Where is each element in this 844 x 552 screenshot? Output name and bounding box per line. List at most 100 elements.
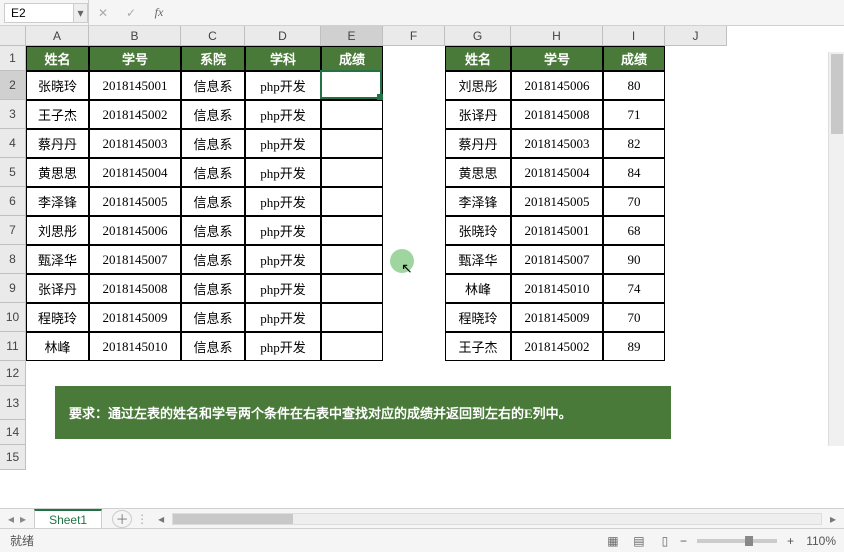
cell-D10[interactable]: php开发 <box>245 303 321 332</box>
cell-B10[interactable]: 2018145009 <box>89 303 181 332</box>
cell-C11[interactable]: 信息系 <box>181 332 245 361</box>
cell-I2[interactable]: 80 <box>603 71 665 100</box>
row-header-9[interactable]: 9 <box>0 274 26 303</box>
cell-C5[interactable]: 信息系 <box>181 158 245 187</box>
cell-E11[interactable] <box>321 332 383 361</box>
cell-C6[interactable]: 信息系 <box>181 187 245 216</box>
cell-H9[interactable]: 2018145010 <box>511 274 603 303</box>
cell-I8[interactable]: 90 <box>603 245 665 274</box>
zoom-value[interactable]: 110% <box>798 534 836 548</box>
row-header-14[interactable]: 14 <box>0 420 26 445</box>
hscroll-left-icon[interactable]: ◂ <box>154 512 168 526</box>
row-header-5[interactable]: 5 <box>0 158 26 187</box>
zoom-in-button[interactable]: + <box>787 534 794 548</box>
cell-I9[interactable]: 74 <box>603 274 665 303</box>
row-header-2[interactable]: 2 <box>0 71 26 100</box>
cell-E2[interactable] <box>321 71 383 100</box>
hscroll-right-icon[interactable]: ▸ <box>826 512 840 526</box>
cell-E1[interactable]: 成绩 <box>321 46 383 71</box>
cell-D7[interactable]: php开发 <box>245 216 321 245</box>
cell-D3[interactable]: php开发 <box>245 100 321 129</box>
cell-H4[interactable]: 2018145003 <box>511 129 603 158</box>
cell-A8[interactable]: 甄泽华 <box>26 245 89 274</box>
zoom-slider[interactable] <box>697 539 777 543</box>
cell-A7[interactable]: 刘思彤 <box>26 216 89 245</box>
cell-A11[interactable]: 林峰 <box>26 332 89 361</box>
column-header-D[interactable]: D <box>245 26 321 46</box>
row-header-4[interactable]: 4 <box>0 129 26 158</box>
cell-H7[interactable]: 2018145001 <box>511 216 603 245</box>
row-header-7[interactable]: 7 <box>0 216 26 245</box>
cell-D8[interactable]: php开发 <box>245 245 321 274</box>
cell-C4[interactable]: 信息系 <box>181 129 245 158</box>
cell-A10[interactable]: 程晓玲 <box>26 303 89 332</box>
cell-B8[interactable]: 2018145007 <box>89 245 181 274</box>
hscroll-track[interactable] <box>172 513 822 525</box>
cell-B11[interactable]: 2018145010 <box>89 332 181 361</box>
cell-H5[interactable]: 2018145004 <box>511 158 603 187</box>
row-header-10[interactable]: 10 <box>0 303 26 332</box>
name-box-dropdown[interactable]: ▾ <box>74 3 88 23</box>
tab-next-icon[interactable]: ▸ <box>20 512 26 526</box>
cell-H8[interactable]: 2018145007 <box>511 245 603 274</box>
view-page-break-icon[interactable]: ▯ <box>654 532 676 550</box>
cell-G11[interactable]: 王子杰 <box>445 332 511 361</box>
cell-G1[interactable]: 姓名 <box>445 46 511 71</box>
cell-I6[interactable]: 70 <box>603 187 665 216</box>
cell-I10[interactable]: 70 <box>603 303 665 332</box>
column-header-F[interactable]: F <box>383 26 445 46</box>
view-page-layout-icon[interactable]: ▤ <box>628 532 650 550</box>
column-header-A[interactable]: A <box>26 26 89 46</box>
zoom-thumb[interactable] <box>745 536 753 546</box>
cell-D6[interactable]: php开发 <box>245 187 321 216</box>
row-header-15[interactable]: 15 <box>0 445 26 470</box>
cell-G3[interactable]: 张译丹 <box>445 100 511 129</box>
cell-E9[interactable] <box>321 274 383 303</box>
cell-B9[interactable]: 2018145008 <box>89 274 181 303</box>
add-sheet-button[interactable]: ＋ <box>112 510 132 528</box>
formula-input[interactable] <box>173 3 844 23</box>
cell-C7[interactable]: 信息系 <box>181 216 245 245</box>
horizontal-scrollbar[interactable]: ◂ ▸ <box>150 512 844 526</box>
cell-A5[interactable]: 黄思思 <box>26 158 89 187</box>
cell-H10[interactable]: 2018145009 <box>511 303 603 332</box>
cell-G9[interactable]: 林峰 <box>445 274 511 303</box>
column-header-B[interactable]: B <box>89 26 181 46</box>
cell-E10[interactable] <box>321 303 383 332</box>
cell-H2[interactable]: 2018145006 <box>511 71 603 100</box>
select-all-corner[interactable] <box>0 26 26 46</box>
cell-E5[interactable] <box>321 158 383 187</box>
cell-B7[interactable]: 2018145006 <box>89 216 181 245</box>
cell-E6[interactable] <box>321 187 383 216</box>
cell-A4[interactable]: 蔡丹丹 <box>26 129 89 158</box>
cell-H6[interactable]: 2018145005 <box>511 187 603 216</box>
cell-A9[interactable]: 张译丹 <box>26 274 89 303</box>
cell-C10[interactable]: 信息系 <box>181 303 245 332</box>
cell-H1[interactable]: 学号 <box>511 46 603 71</box>
cell-H3[interactable]: 2018145008 <box>511 100 603 129</box>
cell-A3[interactable]: 王子杰 <box>26 100 89 129</box>
cell-C8[interactable]: 信息系 <box>181 245 245 274</box>
vscroll-thumb[interactable] <box>831 54 843 134</box>
cell-E3[interactable] <box>321 100 383 129</box>
cell-I11[interactable]: 89 <box>603 332 665 361</box>
row-header-11[interactable]: 11 <box>0 332 26 361</box>
cell-C1[interactable]: 系院 <box>181 46 245 71</box>
row-header-13[interactable]: 13 <box>0 386 26 420</box>
cell-H11[interactable]: 2018145002 <box>511 332 603 361</box>
cell-D11[interactable]: php开发 <box>245 332 321 361</box>
cell-G5[interactable]: 黄思思 <box>445 158 511 187</box>
cell-B4[interactable]: 2018145003 <box>89 129 181 158</box>
tab-prev-icon[interactable]: ◂ <box>8 512 14 526</box>
cell-I3[interactable]: 71 <box>603 100 665 129</box>
cell-G7[interactable]: 张晓玲 <box>445 216 511 245</box>
cell-B3[interactable]: 2018145002 <box>89 100 181 129</box>
row-header-6[interactable]: 6 <box>0 187 26 216</box>
cell-C2[interactable]: 信息系 <box>181 71 245 100</box>
cell-I1[interactable]: 成绩 <box>603 46 665 71</box>
cell-D4[interactable]: php开发 <box>245 129 321 158</box>
cell-G6[interactable]: 李泽锋 <box>445 187 511 216</box>
cell-B2[interactable]: 2018145001 <box>89 71 181 100</box>
view-normal-icon[interactable]: ▦ <box>602 532 624 550</box>
sheet-tab[interactable]: Sheet1 <box>34 509 102 529</box>
